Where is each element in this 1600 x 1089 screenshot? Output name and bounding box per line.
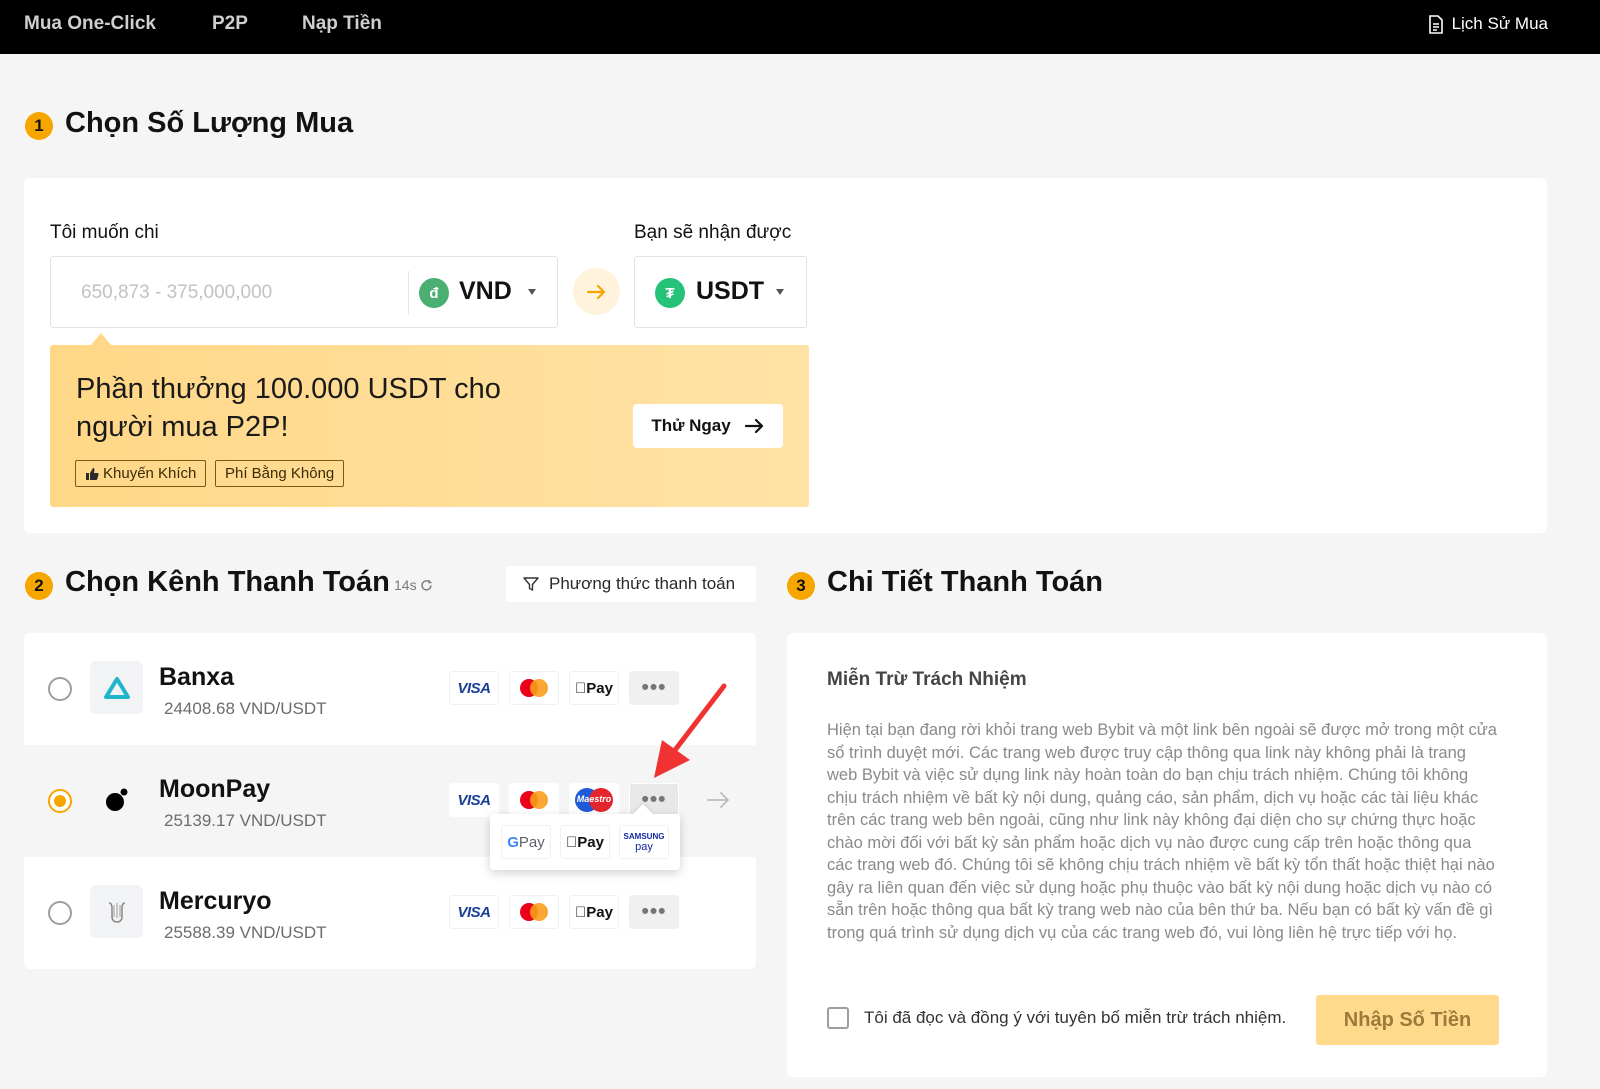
provider-rate: 24408.68 VND/USDT xyxy=(164,699,327,718)
nav-deposit[interactable]: Nạp Tiền xyxy=(302,13,382,35)
filter-label: Phương thức thanh toán xyxy=(549,574,736,593)
receive-label: Bạn sẽ nhận được xyxy=(634,222,792,243)
spend-input[interactable]: 650,873 - 375,000,000 đ VND xyxy=(50,256,558,328)
mastercard-icon xyxy=(509,895,559,929)
try-now-button[interactable]: Thử Ngay xyxy=(633,404,783,448)
maestro-icon: Maestro xyxy=(569,783,619,817)
promo-tag-zero-fee: Phí Bằng Không xyxy=(215,460,345,487)
step-2-title: Chọn Kênh Thanh Toán xyxy=(65,566,390,598)
provider-name: Banxa xyxy=(159,663,235,691)
step-1-title: Chọn Số Lượng Mua xyxy=(65,107,354,139)
thumbs-up-icon xyxy=(86,467,99,480)
provider-rate: 25588.39 VND/USDT xyxy=(164,923,327,942)
enter-amount-button[interactable]: Nhập Số Tiền xyxy=(1316,995,1499,1045)
visa-icon: VISA xyxy=(449,895,499,929)
promo-banner: Phần thưởng 100.000 USDT cho người mua P… xyxy=(50,345,809,507)
step-2-badge: 2 xyxy=(25,572,53,600)
arrow-right-icon xyxy=(573,268,620,315)
mastercard-icon xyxy=(509,783,559,817)
visa-icon: VISA xyxy=(449,671,499,705)
promo-pointer xyxy=(91,333,111,345)
filter-icon xyxy=(523,577,539,591)
mastercard-icon xyxy=(509,671,559,705)
provider-name: MoonPay xyxy=(159,775,271,803)
google-pay-icon: GPay xyxy=(501,825,551,859)
spend-placeholder: 650,873 - 375,000,000 xyxy=(81,282,273,303)
more-methods-button[interactable]: ••• xyxy=(629,895,679,929)
input-divider xyxy=(408,271,409,315)
provider-row-mercuryo[interactable]: Mercuryo 25588.39 VND/USDT VISA Pay ••• xyxy=(24,857,756,969)
disclaimer-body: Hiện tại bạn đang rời khỏi trang web Byb… xyxy=(827,721,1497,942)
document-icon xyxy=(1428,14,1443,34)
timer-value: 14s xyxy=(394,577,417,593)
provider-radio[interactable] xyxy=(48,901,72,925)
vnd-coin-icon: đ xyxy=(419,278,449,308)
spend-currency-code: VND xyxy=(459,277,512,305)
promo-tag-label: Phí Bằng Không xyxy=(225,465,335,482)
spend-label: Tôi muốn chi xyxy=(50,222,159,243)
step-1-badge: 1 xyxy=(25,112,53,140)
more-methods-popup: GPay Pay SAMSUNG pay xyxy=(490,814,680,870)
moonpay-logo-icon xyxy=(90,773,143,826)
arrow-right-icon xyxy=(744,418,763,434)
visa-icon: VISA xyxy=(449,783,499,817)
promo-tag-recommended: Khuyến Khích xyxy=(75,460,207,487)
spend-currency-select[interactable]: đ VND xyxy=(411,257,559,329)
receive-currency-select[interactable]: ₮ USDT xyxy=(634,256,807,328)
provider-radio[interactable] xyxy=(48,789,72,813)
refresh-icon xyxy=(420,579,432,591)
step-3-badge: 3 xyxy=(787,572,815,600)
arrow-right-icon xyxy=(707,792,729,808)
disclaimer-title: Miễn Trừ Trách Nhiệm xyxy=(827,669,1027,690)
banxa-logo-icon xyxy=(90,661,143,714)
chevron-down-icon xyxy=(528,289,536,295)
usdt-coin-icon: ₮ xyxy=(655,278,685,308)
try-now-label: Thử Ngay xyxy=(651,416,731,435)
top-nav: Mua One-Click P2P Nạp Tiền Lịch Sử Mua xyxy=(0,0,1600,54)
apple-pay-icon: Pay xyxy=(569,895,619,929)
provider-name: Mercuryo xyxy=(159,887,272,915)
provider-rate: 25139.17 VND/USDT xyxy=(164,811,327,830)
refresh-timer[interactable]: 14s xyxy=(394,577,433,593)
step-3-title: Chi Tiết Thanh Toán xyxy=(827,566,1104,598)
chevron-down-icon xyxy=(776,289,784,295)
purchase-history-link[interactable]: Lịch Sử Mua xyxy=(1428,14,1548,34)
purchase-history-label: Lịch Sử Mua xyxy=(1451,14,1548,33)
receive-currency-code: USDT xyxy=(696,277,765,305)
nav-one-click[interactable]: Mua One-Click xyxy=(24,13,156,35)
annotation-arrow-icon xyxy=(654,683,727,778)
payment-details-card: Miễn Trừ Trách Nhiệm Hiện tại bạn đang r… xyxy=(787,633,1547,1077)
apple-pay-icon: Pay xyxy=(569,671,619,705)
provider-radio[interactable] xyxy=(48,677,72,701)
promo-text: Phần thưởng 100.000 USDT cho người mua P… xyxy=(76,373,501,443)
payment-method-filter[interactable]: Phương thức thanh toán xyxy=(506,566,756,602)
samsung-pay-icon: SAMSUNG pay xyxy=(619,825,669,859)
promo-tag-label: Khuyến Khích xyxy=(103,465,197,482)
agree-text: Tôi đã đọc và đồng ý với tuyên bố miễn t… xyxy=(864,1008,1287,1027)
apple-pay-icon: Pay xyxy=(560,825,610,859)
agree-checkbox[interactable] xyxy=(827,1007,849,1029)
nav-p2p[interactable]: P2P xyxy=(212,13,248,35)
mercuryo-logo-icon xyxy=(90,885,143,938)
